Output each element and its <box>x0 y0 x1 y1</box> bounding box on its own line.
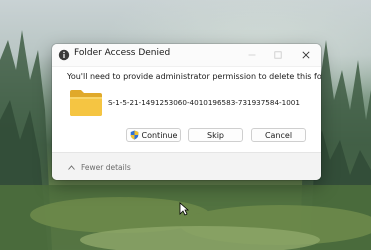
minimize-icon <box>248 54 256 56</box>
fewer-details-toggle[interactable]: Fewer details <box>68 163 131 172</box>
folder-name: S-1-5-21-1491253060-4010196583-731937584… <box>108 98 300 107</box>
title-bar: Folder Access Denied <box>52 44 321 67</box>
fewer-details-label: Fewer details <box>81 163 131 172</box>
cancel-button[interactable]: Cancel <box>251 128 306 142</box>
folder-access-denied-dialog: Folder Access Denied You'll need to prov… <box>52 44 321 180</box>
cancel-label: Cancel <box>264 130 293 140</box>
close-icon <box>302 51 310 59</box>
info-icon <box>58 49 70 61</box>
mouse-cursor <box>179 202 189 216</box>
skip-button[interactable]: Skip <box>188 128 243 142</box>
uac-shield-icon <box>130 130 138 140</box>
folder-icon <box>70 90 102 116</box>
permission-message: You'll need to provide administrator per… <box>67 72 321 81</box>
continue-label: Continue <box>141 130 178 140</box>
dialog-footer: Fewer details <box>52 152 321 180</box>
dialog-title: Folder Access Denied <box>74 48 171 58</box>
continue-button[interactable]: Continue <box>126 128 181 142</box>
skip-label: Skip <box>206 130 224 140</box>
maximize-icon <box>274 51 282 59</box>
minimize-button[interactable] <box>239 44 265 66</box>
chevron-up-icon <box>68 165 75 170</box>
close-button[interactable] <box>293 44 319 66</box>
maximize-button[interactable] <box>265 44 291 66</box>
